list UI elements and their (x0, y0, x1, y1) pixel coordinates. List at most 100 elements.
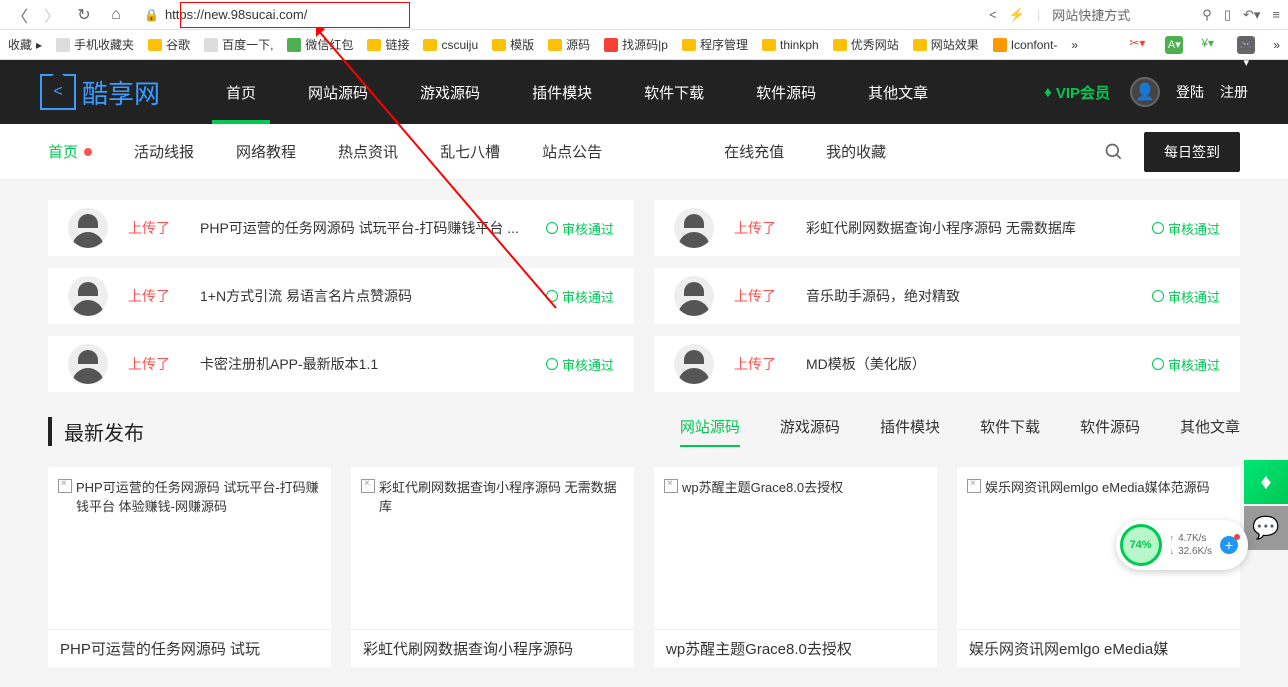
section-title: 最新发布 (48, 417, 144, 446)
bookmark-item[interactable]: 微信红包 (287, 36, 353, 53)
url-bar[interactable]: 🔒 https://new.98sucai.com/ (136, 3, 315, 27)
bookmark-item[interactable]: 链接 (367, 36, 409, 53)
refresh-button[interactable]: ↻ (72, 3, 96, 27)
bookmark-item[interactable]: thinkph (762, 38, 819, 52)
nav-software-source[interactable]: 软件源码 (730, 60, 842, 124)
bookmark-item[interactable]: 优秀网站 (833, 36, 899, 53)
bookmarks-label[interactable]: 收藏 ▸ (8, 36, 42, 53)
subnav-announce[interactable]: 站点公告 (542, 141, 602, 162)
bookmark-item[interactable]: 程序管理 (682, 36, 748, 53)
bolt-icon[interactable]: ⚡ (1009, 7, 1025, 23)
ext-translate-icon[interactable]: A▾ (1165, 36, 1183, 54)
bookmark-item[interactable]: 源码 (548, 36, 590, 53)
upload-title: 1+N方式引流 易语言名片点赞源码 (200, 286, 546, 306)
ext-scissors-icon[interactable]: ✂▾ (1129, 36, 1147, 54)
content-card[interactable]: PHP可运营的任务网源码 试玩平台-打码赚钱平台 体验赚钱-网赚源码 PHP可运… (48, 467, 331, 667)
broken-image-icon (664, 479, 678, 493)
speed-badge-icon[interactable]: + (1220, 536, 1238, 554)
subnav-favorites[interactable]: 我的收藏 (826, 141, 886, 162)
upload-card[interactable]: 上传了 音乐助手源码，绝对精致 审核通过 (654, 268, 1240, 324)
content-card[interactable]: 彩虹代刷网数据查询小程序源码 无需数据库 彩虹代刷网数据查询小程序源码 (351, 467, 634, 667)
category-tab[interactable]: 网站源码 (680, 416, 740, 447)
menu-icon[interactable]: ≡ (1272, 7, 1280, 22)
bookmarks-overflow[interactable]: » (1071, 38, 1078, 52)
upload-card[interactable]: 上传了 1+N方式引流 易语言名片点赞源码 审核通过 (48, 268, 634, 324)
page-icon (993, 38, 1007, 52)
subnav-home[interactable]: 首页 (48, 141, 92, 162)
category-tab[interactable]: 其他文章 (1180, 416, 1240, 447)
bookmark-item[interactable]: 谷歌 (148, 36, 190, 53)
upload-label: 上传了 (734, 286, 776, 306)
user-avatar[interactable]: 👤 (1130, 77, 1160, 107)
speed-stats: ↑4.7K/s ↓32.6K/s (1170, 532, 1212, 558)
vip-link[interactable]: ♦ VIP会员 (1044, 82, 1110, 103)
login-link[interactable]: 登陆 (1176, 82, 1204, 102)
category-tab[interactable]: 软件下载 (980, 416, 1040, 447)
ext-game-icon[interactable]: 🎮▾ (1237, 36, 1255, 54)
nav-software-download[interactable]: 软件下载 (618, 60, 730, 124)
nav-game-source[interactable]: 游戏源码 (394, 60, 506, 124)
float-chat-button[interactable]: 💬 (1244, 506, 1288, 550)
search-icon[interactable] (1104, 142, 1124, 162)
bookmark-item[interactable]: Iconfont- (993, 38, 1058, 52)
home-button[interactable]: ⌂ (104, 3, 128, 27)
upload-status: 审核通过 (1152, 219, 1220, 238)
upload-status: 审核通过 (1152, 355, 1220, 374)
nav-website-source[interactable]: 网站源码 (282, 60, 394, 124)
clock-icon (1152, 290, 1164, 302)
bookmark-item[interactable]: 找源码|p (604, 36, 668, 53)
nav-plugin[interactable]: 插件模块 (506, 60, 618, 124)
register-link[interactable]: 注册 (1220, 82, 1248, 102)
share-icon[interactable]: < (989, 7, 997, 22)
upload-status: 审核通过 (546, 355, 614, 374)
mobile-icon[interactable]: ▯ (1224, 7, 1231, 23)
clock-icon (546, 358, 558, 370)
upload-card[interactable]: 上传了 MD模板（美化版） 审核通过 (654, 336, 1240, 392)
nav-home[interactable]: 首页 (200, 60, 282, 124)
category-tab[interactable]: 游戏源码 (780, 416, 840, 447)
bookmarks-bar: 收藏 ▸ 手机收藏夹 谷歌 百度一下, 微信红包 链接 cscuiju 模版 源… (0, 30, 1288, 60)
upload-label: 上传了 (734, 218, 776, 238)
float-vip-button[interactable]: ♦ (1244, 460, 1288, 504)
page-icon (287, 38, 301, 52)
folder-icon (367, 39, 381, 51)
arrow-up-icon: ↑ (1170, 533, 1175, 545)
speed-widget[interactable]: 74% ↑4.7K/s ↓32.6K/s + (1116, 520, 1248, 570)
undo-icon[interactable]: ↶▾ (1243, 7, 1260, 23)
content-card[interactable]: wp苏醒主题Grace8.0去授权 wp苏醒主题Grace8.0去授权 (654, 467, 937, 667)
upload-label: 上传了 (128, 354, 170, 374)
bookmark-item[interactable]: 百度一下, (204, 36, 273, 53)
broken-image-icon (361, 479, 375, 493)
site-logo[interactable]: < 酷享网 (40, 74, 160, 111)
nav-other[interactable]: 其他文章 (842, 60, 954, 124)
card-image-placeholder: 彩虹代刷网数据查询小程序源码 无需数据库 (351, 467, 634, 629)
ext-money-icon[interactable]: ¥▾ (1201, 36, 1219, 54)
bookmark-item[interactable]: 模版 (492, 36, 534, 53)
bookmark-item[interactable]: 手机收藏夹 (56, 36, 134, 53)
category-tab[interactable]: 插件模块 (880, 416, 940, 447)
subnav-recharge[interactable]: 在线充值 (724, 141, 784, 162)
float-sidebar: ♦ 💬 (1244, 460, 1288, 550)
forward-button[interactable]: 〉 (40, 3, 64, 27)
uploader-avatar (68, 344, 108, 384)
subnav-misc[interactable]: 乱七八槽 (440, 141, 500, 162)
upload-card[interactable]: 上传了 卡密注册机APP-最新版本1.1 审核通过 (48, 336, 634, 392)
quick-access-label[interactable]: 网站快捷方式 (1052, 5, 1130, 24)
diamond-icon: ♦ (1044, 84, 1052, 101)
upload-label: 上传了 (734, 354, 776, 374)
back-button[interactable]: 〈 (8, 3, 32, 27)
ext-overflow[interactable]: » (1273, 38, 1280, 52)
daily-signin-button[interactable]: 每日签到 (1144, 132, 1240, 172)
subnav-activity[interactable]: 活动线报 (134, 141, 194, 162)
bookmark-item[interactable]: 网站效果 (913, 36, 979, 53)
uploader-avatar (674, 208, 714, 248)
bookmark-item[interactable]: cscuiju (423, 38, 478, 52)
upload-title: 卡密注册机APP-最新版本1.1 (200, 354, 546, 374)
upload-card[interactable]: 上传了 彩虹代刷网数据查询小程序源码 无需数据库 审核通过 (654, 200, 1240, 256)
category-tab[interactable]: 软件源码 (1080, 416, 1140, 447)
card-title: 娱乐网资讯网emlgo eMedia媒 (957, 629, 1240, 667)
upload-card[interactable]: 上传了 PHP可运营的任务网源码 试玩平台-打码赚钱平台 ... 审核通过 (48, 200, 634, 256)
subnav-hot[interactable]: 热点资讯 (338, 141, 398, 162)
search-icon[interactable]: ⚲ (1202, 7, 1212, 23)
subnav-tutorial[interactable]: 网络教程 (236, 141, 296, 162)
